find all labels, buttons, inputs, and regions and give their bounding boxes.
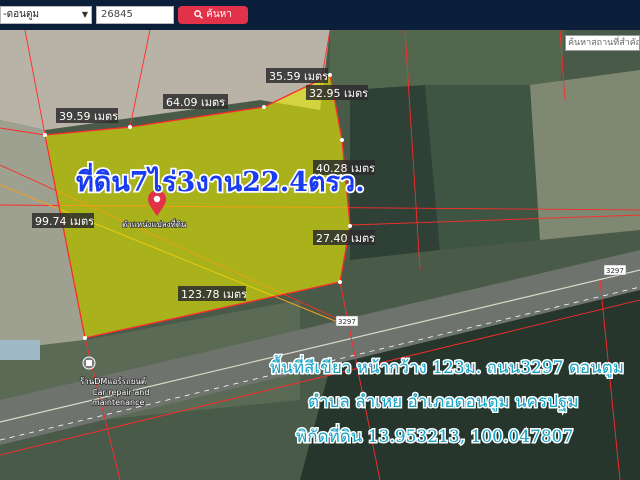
svg-text:99.74 เมตร: 99.74 เมตร [35,215,94,228]
dimension-label-3: 64.09 เมตร [163,94,228,109]
dimension-label-6: 99.74 เมตร [32,213,94,228]
svg-text:27.40 เมตร: 27.40 เมตร [316,232,375,245]
svg-text:3297: 3297 [606,267,624,275]
dimension-label-2: 32.95 เมตร [306,85,368,100]
svg-text:32.95 เมตร: 32.95 เมตร [309,87,368,100]
poi-name: ร้านDMแอร์รถยนต์ [80,376,146,386]
dimension-label-8: 123.78 เมตร [178,286,247,301]
dimension-label-4: 39.59 เมตร [56,108,118,123]
place-search-input[interactable]: ค้นหาสถานที่สำคัญ [565,35,640,51]
poi-marker-icon[interactable] [82,356,96,370]
info-line-3: พิกัดที่ดิน 13.953213, 100.047807 [296,424,573,447]
svg-text:123.78 เมตร: 123.78 เมตร [181,288,247,301]
svg-text:39.59 เมตร: 39.59 เมตร [59,110,118,123]
satellite-map[interactable]: 35.59 เมตร 32.95 เมตร 64.09 เมตร 39.59 เ… [0,30,640,480]
poi-category-2: maintenance [92,398,144,407]
pin-label: ตำแหน่งแปลงที่ดิน [122,218,187,229]
road-badge-1: 3297 [603,264,627,276]
poi-category-1: Car repair and [92,388,149,397]
info-line-1: พื้นที่สีเขียว หน้ากว้าง 123ม. ถนน3297 ด… [270,355,624,378]
district-select-value: -ดอนตูม [3,9,40,20]
building-left [0,340,40,360]
parcel-number-input[interactable]: 26845 [96,6,174,24]
dimension-label-7: 27.40 เมตร [313,230,375,245]
dimension-label-1: 35.59 เมตร [266,68,328,83]
search-icon [194,10,204,19]
svg-text:35.59 เมตร: 35.59 เมตร [269,70,328,83]
search-toolbar: -ดอนตูม ▼ 26845 ค้นหา [0,0,640,30]
svg-text:64.09 เมตร: 64.09 เมตร [166,96,225,109]
search-button[interactable]: ค้นหา [178,6,248,24]
area-title: ที่ดิน7ไร่3งาน22.4ตรว. [76,162,365,198]
search-button-label: ค้นหา [206,9,232,20]
info-line-2: ตำบล ลำเหย อำเภอดอนตูม นครปฐม [308,392,579,412]
road-badge-2: 3297 [335,315,359,327]
svg-text:3297: 3297 [338,318,356,326]
field-far-right [530,70,640,240]
district-select[interactable]: -ดอนตูม ▼ [0,6,92,24]
field-right-mid [425,85,540,250]
chevron-down-icon: ▼ [81,10,88,19]
